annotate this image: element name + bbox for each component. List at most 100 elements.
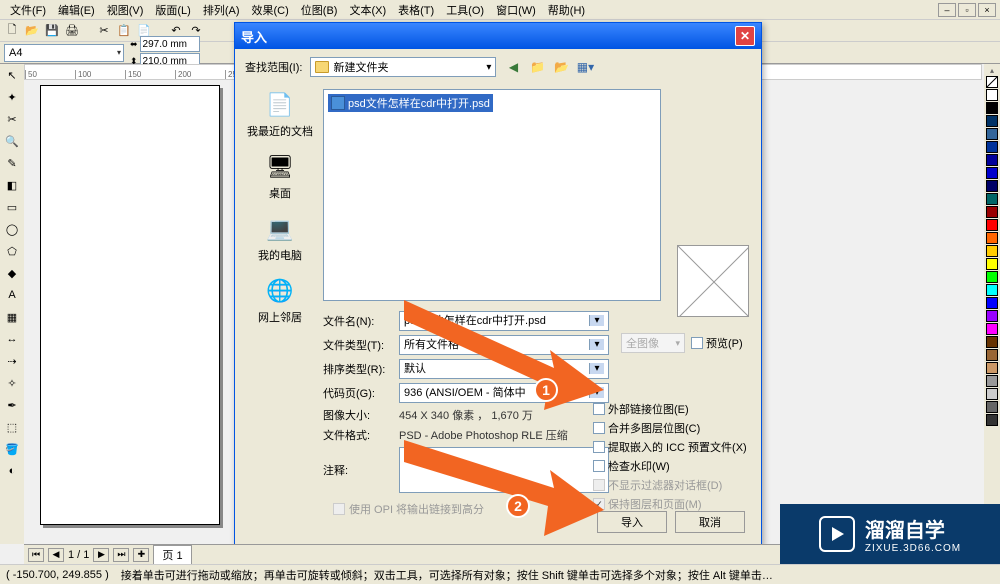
interactive-fill-icon[interactable]: ◐ <box>3 462 21 480</box>
swatch-12[interactable] <box>986 245 998 257</box>
back-icon[interactable]: ◀ <box>504 58 522 76</box>
codepage-combo[interactable]: 936 (ANSI/OEM - 简体中 <box>399 383 609 403</box>
swatch-20[interactable] <box>986 349 998 361</box>
rectangle-tool-icon[interactable]: ▭ <box>3 198 21 216</box>
crop-tool-icon[interactable]: ✂ <box>3 110 21 128</box>
place-computer[interactable]: 💻我的电脑 <box>258 213 302 263</box>
zoom-tool-icon[interactable]: 🔍 <box>3 132 21 150</box>
ellipse-tool-icon[interactable]: ◯ <box>3 220 21 238</box>
opt-external-bitmap-checkbox[interactable] <box>593 403 605 415</box>
swatch-6[interactable] <box>986 167 998 179</box>
views-icon[interactable]: ▦▾ <box>576 58 594 76</box>
save-icon[interactable]: 💾 <box>44 23 60 39</box>
swatch-22[interactable] <box>986 375 998 387</box>
cut-icon[interactable]: ✂ <box>96 23 112 39</box>
place-desktop[interactable]: 🖥桌面 <box>264 151 296 201</box>
menu-arrange[interactable]: 排列(A) <box>197 0 246 20</box>
swatch-none[interactable] <box>986 76 998 88</box>
swatch-8[interactable] <box>986 193 998 205</box>
new-icon[interactable]: 🗋 <box>4 23 20 39</box>
outline-tool-icon[interactable]: ⬚ <box>3 418 21 436</box>
sort-combo[interactable]: 默认 <box>399 359 609 379</box>
menu-help[interactable]: 帮助(H) <box>542 0 591 20</box>
opt-extract-icc-checkbox[interactable] <box>593 441 605 453</box>
menu-tools[interactable]: 工具(O) <box>440 0 490 20</box>
swatch-4[interactable] <box>986 141 998 153</box>
swatch-9[interactable] <box>986 206 998 218</box>
place-recent[interactable]: 📄我最近的文档 <box>247 89 313 139</box>
swatch-10[interactable] <box>986 219 998 231</box>
menu-window[interactable]: 窗口(W) <box>490 0 542 20</box>
preview-checkbox[interactable] <box>691 337 703 349</box>
up-folder-icon[interactable]: 📁 <box>528 58 546 76</box>
next-page-button[interactable]: ▶ <box>93 548 109 562</box>
menu-text[interactable]: 文本(X) <box>343 0 392 20</box>
freehand-tool-icon[interactable]: ✎ <box>3 154 21 172</box>
connector-tool-icon[interactable]: ⇢ <box>3 352 21 370</box>
last-page-button[interactable]: ⏭ <box>113 548 129 562</box>
swatch-19[interactable] <box>986 336 998 348</box>
text-tool-icon[interactable]: A <box>3 286 21 304</box>
dimension-tool-icon[interactable]: ↔ <box>3 330 21 348</box>
swatch-14[interactable] <box>986 271 998 283</box>
open-icon[interactable]: 📂 <box>24 23 40 39</box>
first-page-button[interactable]: ⏮ <box>28 548 44 562</box>
menu-file[interactable]: 文件(F) <box>4 0 52 20</box>
polygon-tool-icon[interactable]: ⬠ <box>3 242 21 260</box>
menu-table[interactable]: 表格(T) <box>392 0 440 20</box>
recent-docs-icon: 📄 <box>264 89 296 121</box>
psd-file-icon <box>331 96 345 110</box>
menu-view[interactable]: 视图(V) <box>101 0 150 20</box>
prev-page-button[interactable]: ◀ <box>48 548 64 562</box>
cancel-button[interactable]: 取消 <box>675 511 745 533</box>
interactive-tool-icon[interactable]: ✧ <box>3 374 21 392</box>
swatch-18[interactable] <box>986 323 998 335</box>
close-button[interactable]: × <box>978 3 996 17</box>
fill-tool-icon[interactable]: 🪣 <box>3 440 21 458</box>
swatch-24[interactable] <box>986 401 998 413</box>
swatch-3[interactable] <box>986 128 998 140</box>
swatch-16[interactable] <box>986 297 998 309</box>
restore-button[interactable]: ▫ <box>958 3 976 17</box>
import-button[interactable]: 导入 <box>597 511 667 533</box>
swatch-7[interactable] <box>986 180 998 192</box>
swatch-15[interactable] <box>986 284 998 296</box>
swatch-2[interactable] <box>986 115 998 127</box>
filetype-combo[interactable]: 所有文件格 <box>399 335 609 355</box>
filename-field[interactable]: psd文件怎样在cdr中打开.psd <box>399 311 609 331</box>
dialog-close-icon[interactable]: ✕ <box>735 26 755 46</box>
swatch-17[interactable] <box>986 310 998 322</box>
swatch-23[interactable] <box>986 388 998 400</box>
swatch-25[interactable] <box>986 414 998 426</box>
swatch-1[interactable] <box>986 102 998 114</box>
place-network[interactable]: 🌐网上邻居 <box>258 275 302 325</box>
page-size-combo[interactable]: A4 <box>4 44 124 62</box>
minimize-button[interactable]: – <box>938 3 956 17</box>
notes-textarea[interactable] <box>399 447 609 493</box>
swatch-5[interactable] <box>986 154 998 166</box>
basic-shapes-icon[interactable]: ◆ <box>3 264 21 282</box>
opt-merge-layers-checkbox[interactable] <box>593 422 605 434</box>
file-item-selected[interactable]: psd文件怎样在cdr中打开.psd <box>328 94 493 112</box>
add-page-button[interactable]: ✚ <box>133 548 149 562</box>
swatch-21[interactable] <box>986 362 998 374</box>
smart-fill-icon[interactable]: ◧ <box>3 176 21 194</box>
lookin-combo[interactable]: 新建文件夹 <box>310 57 496 77</box>
swatch-13[interactable] <box>986 258 998 270</box>
new-folder-icon[interactable]: 📂 <box>552 58 570 76</box>
print-icon[interactable]: 🖨 <box>64 23 80 39</box>
pick-tool-icon[interactable]: ↖ <box>3 66 21 84</box>
page-width-field[interactable] <box>140 36 200 52</box>
swatch-0[interactable] <box>986 89 998 101</box>
opt-watermark-checkbox[interactable] <box>593 460 605 472</box>
page-tab[interactable]: 页 1 <box>153 545 191 565</box>
table-tool-icon[interactable]: ▦ <box>3 308 21 326</box>
menu-edit[interactable]: 编辑(E) <box>52 0 101 20</box>
file-list[interactable]: psd文件怎样在cdr中打开.psd <box>323 89 661 301</box>
eyedropper-tool-icon[interactable]: ✒ <box>3 396 21 414</box>
menu-bitmaps[interactable]: 位图(B) <box>295 0 344 20</box>
shape-tool-icon[interactable]: ✦ <box>3 88 21 106</box>
swatch-11[interactable] <box>986 232 998 244</box>
menu-layout[interactable]: 版面(L) <box>149 0 196 20</box>
menu-effects[interactable]: 效果(C) <box>246 0 295 20</box>
